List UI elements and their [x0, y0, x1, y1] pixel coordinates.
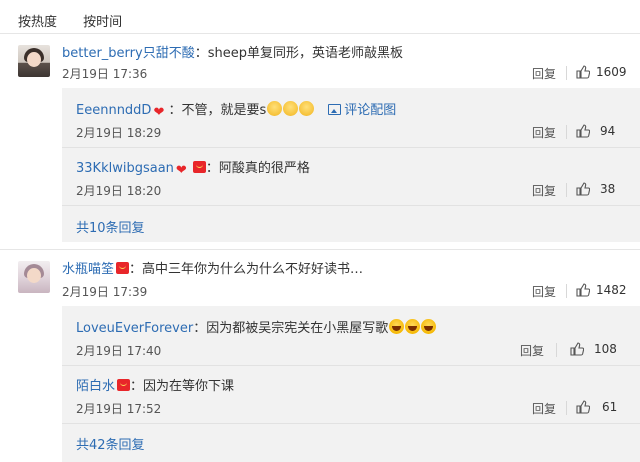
sort-by-time-tab[interactable]: 按时间 [83, 11, 122, 30]
divider [62, 365, 640, 366]
reply-time: 2月19日 17:52 [76, 402, 162, 416]
comment-text-line: 水瓶喵筌 ：高中三年你为什么为什么不好好读书… [62, 262, 364, 277]
thumbs-up-icon[interactable] [576, 124, 590, 138]
thumbs-up-icon[interactable] [576, 182, 590, 196]
reply-button[interactable]: 回复 [532, 65, 556, 82]
reply-text: 因为在等你下课 [143, 379, 235, 394]
dizzy-face-icon [267, 101, 283, 116]
reply-text-line: EeennnddD ❤ ：不管，就是要s 评论配图 [76, 101, 397, 120]
comment-text: 高中三年你为什么为什么不好好读书… [142, 262, 364, 277]
reply-text: 阿酸真的很严格 [218, 161, 310, 176]
avatar[interactable] [18, 45, 50, 77]
picture-icon [328, 104, 342, 115]
dizzy-face-icon [299, 101, 315, 116]
avatar[interactable] [18, 261, 50, 293]
divider [566, 401, 567, 415]
thumbs-up-icon[interactable] [570, 342, 584, 356]
divider [62, 205, 640, 206]
dizzy-face-icon [283, 101, 299, 116]
laughing-face-icon [389, 319, 405, 334]
more-replies-link[interactable]: 共42条回复 [76, 434, 145, 453]
like-count: 61 [602, 400, 618, 414]
red-envelope-badge-icon [116, 262, 130, 274]
member-badge-icon: ❤ [175, 163, 187, 178]
reply-text-line: LoveuEverForever：因为都被吴宗宪关在小黑屋写歌 [76, 317, 437, 336]
divider [566, 284, 567, 298]
reply-username[interactable]: LoveuEverForever [76, 321, 193, 336]
reply-username[interactable]: 陌白水 [76, 379, 115, 394]
reply-text: 不管，就是要s [181, 103, 267, 118]
like-count: 94 [600, 124, 616, 138]
like-count: 38 [600, 182, 616, 196]
comment-picture-link[interactable]: 评论配图 [344, 103, 396, 118]
divider [0, 33, 640, 34]
more-replies-link[interactable]: 共10条回复 [76, 217, 145, 236]
comment-time: 2月19日 17:36 [62, 67, 148, 81]
reply-time: 2月19日 18:29 [76, 126, 162, 140]
like-count: 1482 [596, 283, 627, 297]
comment-text-line: better_berry只甜不酸：sheep单复同形，英语老师敲黑板 [62, 46, 403, 61]
red-envelope-badge-icon [117, 379, 131, 391]
reply-button[interactable]: 回复 [532, 283, 556, 300]
reply-username[interactable]: EeennnddD [76, 103, 151, 118]
reply-time: 2月19日 18:20 [76, 184, 162, 198]
comment-username[interactable]: 水瓶喵筌 [62, 262, 114, 277]
sort-by-hot-tab[interactable]: 按热度 [18, 11, 57, 30]
like-count: 1609 [596, 65, 627, 79]
divider [0, 249, 640, 250]
thumbs-up-icon[interactable] [576, 283, 590, 297]
divider [566, 125, 567, 139]
reply-button[interactable]: 回复 [532, 400, 556, 417]
sort-bar: 按热度 按时间 [18, 11, 144, 30]
reply-text: 因为都被吴宗宪关在小黑屋写歌 [206, 321, 389, 336]
reply-text-line: 陌白水 ：因为在等你下课 [76, 379, 235, 394]
comment-time: 2月19日 17:39 [62, 285, 148, 299]
divider [566, 183, 567, 197]
reply-button[interactable]: 回复 [520, 342, 544, 359]
divider [62, 147, 640, 148]
reply-button[interactable]: 回复 [532, 124, 556, 141]
comment-text: sheep单复同形，英语老师敲黑板 [207, 46, 403, 61]
member-badge-icon: ❤ [153, 105, 165, 120]
reply-time: 2月19日 17:40 [76, 344, 162, 358]
thumbs-up-icon[interactable] [576, 400, 590, 414]
reply-button[interactable]: 回复 [532, 182, 556, 199]
thumbs-up-icon[interactable] [576, 65, 590, 79]
divider [556, 343, 557, 357]
divider [62, 423, 640, 424]
divider [566, 66, 567, 80]
laughing-face-icon [405, 319, 421, 334]
reply-username[interactable]: 33Kklwibgsaan [76, 161, 174, 176]
laughing-face-icon [421, 319, 437, 334]
like-count: 108 [594, 342, 617, 356]
comment-username[interactable]: better_berry只甜不酸 [62, 46, 195, 61]
reply-text-line: 33Kklwibgsaan ❤ ：阿酸真的很严格 [76, 161, 310, 178]
red-envelope-badge-icon [192, 161, 206, 173]
